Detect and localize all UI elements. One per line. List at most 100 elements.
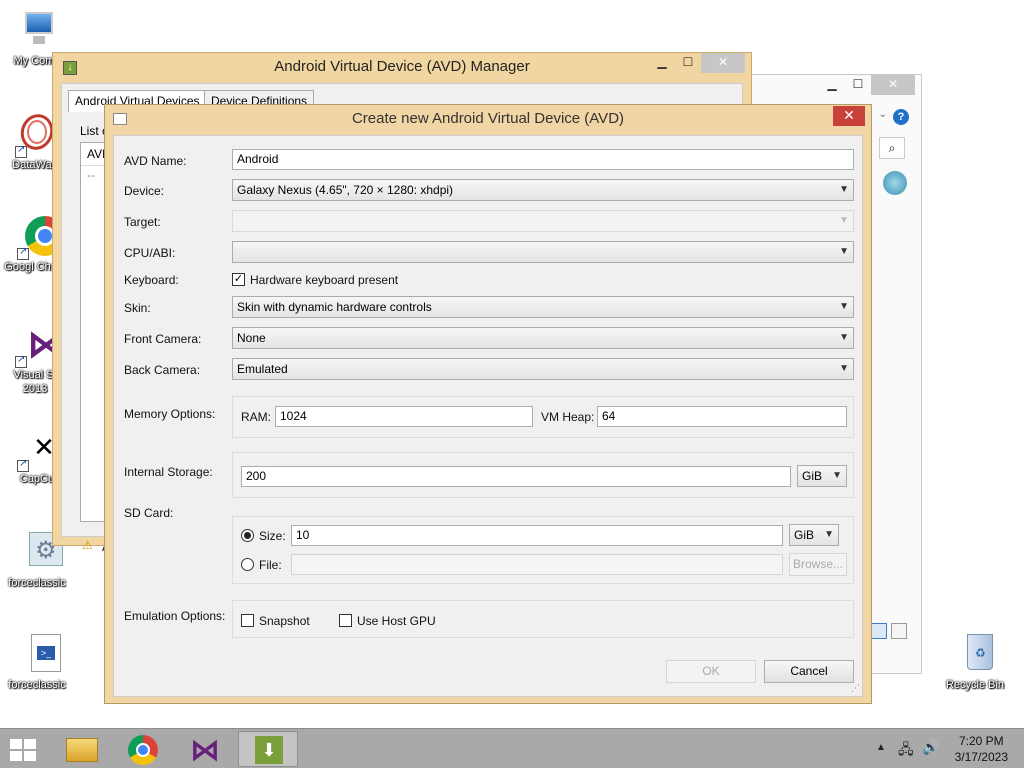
close-button[interactable]: ✕ [701,53,745,73]
chevron-down-icon: ▼ [839,215,849,226]
icon-label: Recycle Bin [945,679,1005,691]
sd-size-unit: GiB [794,528,815,542]
internal-storage-input[interactable]: 200 [241,466,791,487]
download-icon: ⬇ [255,736,283,764]
taskbar: ⋈ ⬇ ▲ 🖧 🔊 7:20 PM 3/17/2023 [0,728,1024,768]
internal-storage-unit: GiB [802,469,823,483]
ok-button[interactable]: OK [666,660,756,683]
ram-input[interactable]: 1024 [275,406,533,427]
dialog-title: Create new Android Virtual Device (AVD) [351,110,625,127]
chevron-down-icon: ▼ [839,246,849,257]
hardware-keyboard-label: Hardware keyboard present [250,273,399,287]
internal-storage-label: Internal Storage: [124,465,213,479]
hardware-keyboard-checkbox[interactable]: ✓ [232,273,245,286]
minimize-button[interactable]: ▁ [819,75,845,95]
host-gpu-label: Use Host GPU [357,614,436,628]
folder-icon [66,738,98,762]
show-hidden-icons-chevron-up-icon[interactable]: ▲ [876,742,886,753]
back-camera-select[interactable]: Emulated ▼ [232,358,854,380]
dialog-body: AVD Name: Android Device: Galaxy Nexus (… [113,135,863,697]
front-camera-label: Front Camera: [124,332,202,346]
computer-icon [15,8,59,52]
sd-file-radio[interactable] [241,558,254,571]
snapshot-label: Snapshot [259,614,310,628]
back-camera-value: Emulated [237,362,288,376]
details-view-icon[interactable] [871,623,887,639]
chevron-down-icon: ▼ [832,470,842,481]
memory-options-label: Memory Options: [124,407,216,421]
memory-options-group: RAM: 1024 VM Heap: 64 [232,396,854,438]
taskbar-avd-manager[interactable]: ⬇ [238,731,298,767]
create-avd-dialog: Create new Android Virtual Device (AVD) … [104,104,872,704]
shell-icon [883,171,907,195]
cpu-abi-label: CPU/ABI: [124,246,176,260]
chevron-down-icon: ▼ [839,332,849,343]
taskbar-file-explorer[interactable] [52,731,112,767]
desktop-icon-forceclassic-2[interactable]: >_ forceclassic [2,632,72,692]
skin-label: Skin: [124,301,151,315]
avd-name-input[interactable]: Android [232,149,854,170]
windows-logo-icon [10,739,38,761]
chevron-down-icon: ▼ [839,184,849,195]
taskbar-chrome[interactable] [114,731,174,767]
window-title: Android Virtual Device (AVD) Manager [274,58,530,75]
warning-icon: ⚠ [82,538,93,552]
chevron-down-icon: ▼ [839,363,849,374]
front-camera-value: None [237,331,266,345]
keyboard-label: Keyboard: [124,273,179,287]
chevron-down-icon: ▼ [839,301,849,312]
sd-card-label: SD Card: [124,506,174,520]
script-file-icon: >_ [15,632,61,676]
avd-name-label: AVD Name: [124,154,187,168]
taskbar-visual-studio[interactable]: ⋈ [176,731,236,767]
skin-value: Skin with dynamic hardware controls [237,300,432,314]
sd-size-radio[interactable] [241,529,254,542]
target-select[interactable]: ▼ [232,210,854,232]
sd-card-group: Size: 10 GiB ▼ File: Browse... [232,516,854,584]
target-label: Target: [124,215,161,229]
emulation-options-group: Snapshot Use Host GPU [232,600,854,638]
search-icon[interactable]: ⌕ [879,137,905,159]
chevron-down-icon[interactable]: ⌄ [879,109,887,120]
clock-time: 7:20 PM [958,734,1004,748]
maximize-button[interactable]: ☐ [845,75,871,95]
skin-select[interactable]: Skin with dynamic hardware controls ▼ [232,296,854,318]
vm-heap-input[interactable]: 64 [597,406,847,427]
device-select[interactable]: Galaxy Nexus (4.65", 720 × 1280: xhdpi) … [232,179,854,201]
datawag-icon [13,109,59,158]
sd-size-unit-select[interactable]: GiB ▼ [789,524,839,546]
visual-studio-icon: ⋈ [190,734,220,767]
large-icons-view-icon[interactable] [891,623,907,639]
resize-grip[interactable]: ⋰ [851,683,860,694]
recycle-bin-icon: ♻ [953,632,997,676]
emulation-options-label: Emulation Options: [124,609,226,623]
snapshot-checkbox[interactable] [241,614,254,627]
visual-studio-icon: ⋈ [13,322,65,368]
sd-file-input[interactable] [291,554,783,575]
sd-size-input[interactable]: 10 [291,525,783,546]
internal-storage-unit-select[interactable]: GiB ▼ [797,465,847,487]
clock-date: 3/17/2023 [954,750,1008,764]
vm-heap-label: VM Heap: [541,410,595,424]
host-gpu-checkbox[interactable] [339,614,352,627]
start-button[interactable] [10,739,38,761]
cancel-button[interactable]: Cancel [764,660,854,683]
minimize-button[interactable]: ▁ [649,53,675,73]
dialog-close-button[interactable]: ✕ [833,106,865,126]
network-icon[interactable]: 🖧 [898,739,914,763]
sd-size-label: Size: [259,529,286,543]
browse-button[interactable]: Browse... [789,553,847,576]
back-camera-label: Back Camera: [124,363,201,377]
maximize-button[interactable]: ☐ [675,53,701,73]
clock[interactable]: 7:20 PM 3/17/2023 [955,733,1008,765]
desktop-icon-recycle-bin[interactable]: ♻ Recycle Bin [940,632,1010,692]
chevron-down-icon: ▼ [824,529,834,540]
close-button[interactable]: ✕ [871,75,915,95]
help-icon[interactable]: ? [893,109,909,125]
cpu-abi-select[interactable]: ▼ [232,241,854,263]
icon-label: forceclassic [8,679,66,691]
internal-storage-group: 200 GiB ▼ [232,452,854,498]
device-value: Galaxy Nexus (4.65", 720 × 1280: xhdpi) [237,183,454,197]
volume-icon[interactable]: 🔊 [922,739,939,756]
front-camera-select[interactable]: None ▼ [232,327,854,349]
